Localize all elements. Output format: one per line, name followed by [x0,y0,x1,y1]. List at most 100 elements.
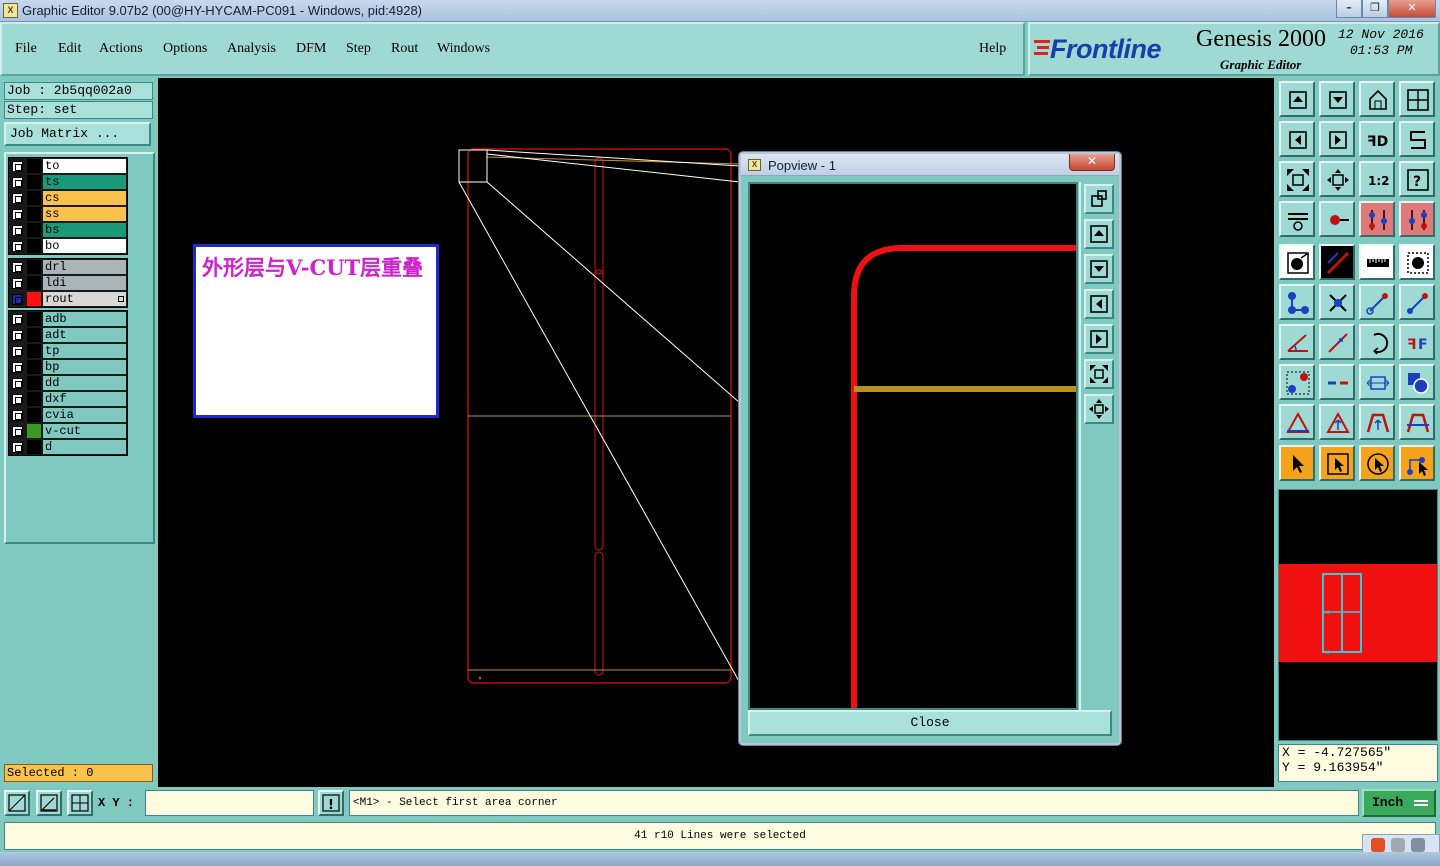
pan-right-icon[interactable] [1319,121,1355,157]
layer-row-d[interactable]: d [9,439,127,455]
arch-split-icon[interactable] [1399,404,1435,440]
layer-color-indicator[interactable] [27,440,41,454]
layer-name[interactable]: rout [43,292,126,306]
layer-row-dxf[interactable]: dxf [9,391,127,407]
layer-color-indicator[interactable] [27,223,41,237]
layer-checkbox[interactable] [12,177,23,188]
arch-arrow-icon[interactable] [1359,404,1395,440]
layer-color-indicator[interactable] [27,175,41,189]
input-method-icon[interactable] [1371,838,1385,852]
flip-text-icon[interactable]: ꟻF [1399,324,1435,360]
cut-line-icon[interactable] [1319,364,1355,400]
popview-title-bar[interactable]: X Popview - 1 ✕ [741,154,1119,176]
layer-checkbox[interactable] [12,410,23,421]
menu-file[interactable]: File [15,41,37,57]
menu-dfm[interactable]: DFM [296,41,326,57]
select-circle-icon[interactable] [1359,445,1395,481]
layer-color-indicator[interactable] [27,360,41,374]
menu-rout[interactable]: Rout [391,41,418,57]
layer-checkbox[interactable] [12,209,23,220]
layer-checkbox[interactable] [12,161,23,172]
layer-checkbox[interactable] [12,262,23,273]
layer-name[interactable]: cs [43,191,126,205]
close-window-button[interactable]: ✕ [1388,0,1436,18]
layer-row-cvia[interactable]: cvia [9,407,127,423]
layer-name[interactable]: ss [43,207,126,221]
popview-close-icon[interactable]: ✕ [1069,154,1115,171]
layer-name[interactable]: adb [43,312,126,326]
layer-name[interactable]: dxf [43,392,126,406]
layer-row-bp[interactable]: bp [9,359,127,375]
layer-row-adb[interactable]: adb [9,311,127,327]
layer-row-adt[interactable]: adt [9,327,127,343]
layer-checkbox[interactable] [12,346,23,357]
layer-checkbox[interactable] [12,193,23,204]
popview-canvas[interactable] [748,182,1078,710]
layer-name[interactable]: v-cut [43,424,126,438]
layer-name[interactable]: dd [43,376,126,390]
layer-color-indicator[interactable] [27,408,41,422]
layer-name[interactable]: to [43,159,126,173]
move-point-icon[interactable] [1359,284,1395,320]
select-net-icon[interactable] [1399,445,1435,481]
xy-input[interactable] [145,790,314,816]
layer-color-indicator[interactable] [27,207,41,221]
add-pad-icon[interactable] [1399,244,1435,280]
triangle-fill-icon[interactable] [1279,404,1315,440]
layer-color-indicator[interactable] [27,328,41,342]
delete-node-icon[interactable] [1319,284,1355,320]
pad-select-icon[interactable] [1279,244,1315,280]
zoom-center-icon[interactable] [1319,161,1355,197]
layer-name[interactable]: ldi [43,276,126,290]
layer-row-bo[interactable]: bo [9,238,127,254]
popview-zoom-fit-icon[interactable] [1084,359,1114,389]
layer-name[interactable]: bp [43,360,126,374]
speaker-icon[interactable] [1391,838,1405,852]
snake-route-icon[interactable] [1399,121,1435,157]
layer-color-indicator[interactable] [27,191,41,205]
select-box-icon[interactable] [1319,445,1355,481]
layer-color-indicator[interactable] [27,344,41,358]
layer-row-rout[interactable]: rout [9,291,127,307]
layer-row-v-cut[interactable]: v-cut [9,423,127,439]
scatter-points-icon[interactable] [1279,364,1315,400]
minimize-button[interactable]: – [1336,0,1362,18]
select-pointer-icon[interactable] [1279,445,1315,481]
layer-checkbox[interactable] [12,378,23,389]
layer-checkbox[interactable] [12,394,23,405]
snap-pad-icon[interactable] [1319,201,1355,237]
popview-pan-left-icon[interactable] [1084,289,1114,319]
popview-pan-down-icon[interactable] [1084,254,1114,284]
pan-down-icon[interactable] [1319,81,1355,117]
layer-checkbox[interactable] [12,294,23,305]
layer-color-indicator[interactable] [27,312,41,326]
menu-options[interactable]: Options [163,41,207,57]
unit-toggle-button[interactable]: Inch [1362,789,1436,817]
popview-pan-right-icon[interactable] [1084,324,1114,354]
zoom-extents-icon[interactable] [1279,161,1315,197]
draw-line-icon[interactable] [1319,244,1355,280]
layer-color-indicator[interactable] [27,276,41,290]
triangle-arrow-icon[interactable] [1319,404,1355,440]
home-view-icon[interactable] [1359,81,1395,117]
grid-snap-icon[interactable] [67,790,93,816]
layer-name[interactable]: ts [43,175,126,189]
netlist-b-icon[interactable] [1399,201,1435,237]
menu-edit[interactable]: Edit [58,41,81,57]
layer-row-drl[interactable]: drl [9,259,127,275]
help-question-icon[interactable]: ? [1399,161,1435,197]
snap-mode-icon[interactable] [4,790,30,816]
layer-checkbox[interactable] [12,314,23,325]
layer-row-ss[interactable]: ss [9,206,127,222]
pan-left-icon[interactable] [1279,121,1315,157]
popview-pan-up-icon[interactable] [1084,219,1114,249]
layer-checkbox[interactable] [12,278,23,289]
network-icon[interactable] [1411,838,1425,852]
layer-checkbox[interactable] [12,426,23,437]
slope-line-icon[interactable] [1319,324,1355,360]
job-matrix-button[interactable]: Job Matrix ... [4,122,151,146]
menu-step[interactable]: Step [346,41,371,57]
layer-row-cs[interactable]: cs [9,190,127,206]
layer-checkbox[interactable] [12,362,23,373]
layer-row-tp[interactable]: tp [9,343,127,359]
